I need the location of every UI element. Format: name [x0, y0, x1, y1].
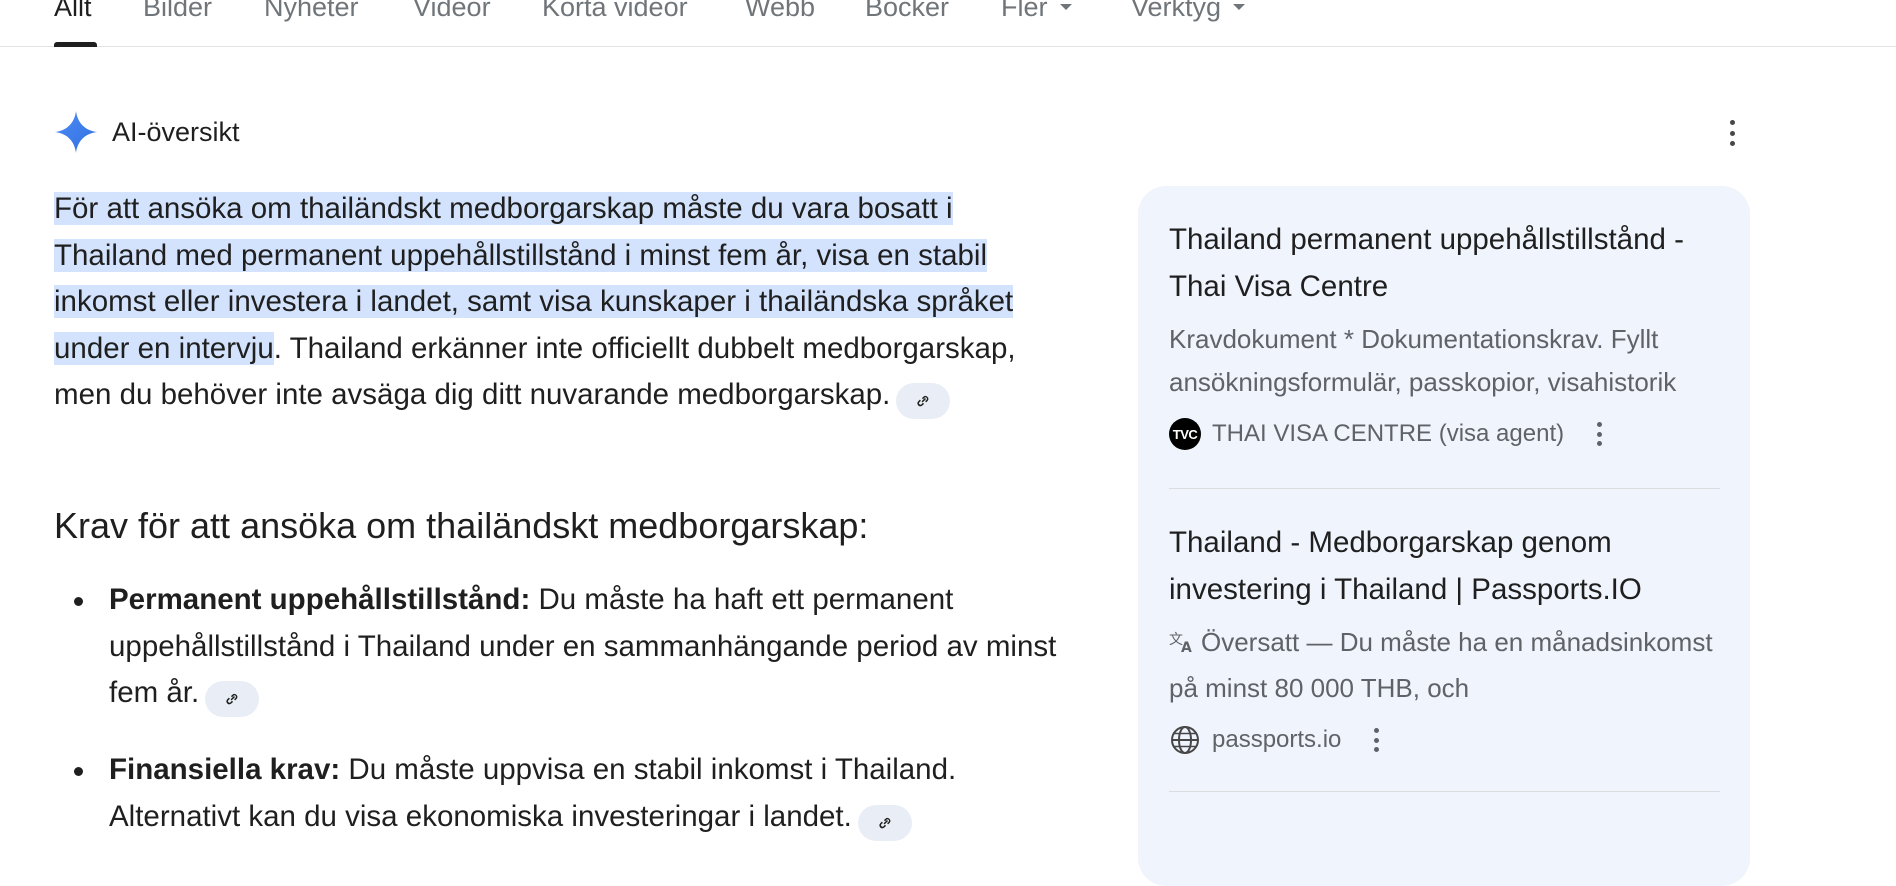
source-divider — [1169, 488, 1720, 489]
sparkle-icon — [54, 110, 98, 154]
source-snippet: 文 A Översatt — Du måste ha en månadsinkoms… — [1169, 621, 1720, 710]
source-title[interactable]: Thailand permanent uppehållstillstånd - … — [1169, 216, 1720, 310]
search-tabs: Allt Bilder Nyheter Videor Korta videor … — [0, 0, 1896, 47]
source-more-icon[interactable] — [1371, 728, 1381, 752]
globe-icon — [1169, 724, 1201, 756]
ai-overview-title: AI-översikt — [112, 116, 240, 147]
caret-down-icon — [1233, 4, 1246, 10]
source-card[interactable]: Thailand permanent uppehållstillstånd - … — [1169, 216, 1720, 452]
source-title[interactable]: Thailand - Medborgarskap genom investeri… — [1169, 519, 1720, 613]
requirement-label: Permanent uppehållstillstånd: — [109, 583, 531, 616]
ai-overview-more-icon[interactable] — [1726, 120, 1738, 146]
source-site-name: THAI VISA CENTRE (visa agent) — [1212, 420, 1565, 447]
source-snippet: Kravdokument * Dokumentationskrav. Fyllt… — [1169, 324, 1677, 397]
citation-link-button[interactable] — [857, 805, 912, 841]
source-site-name: passports.io — [1212, 726, 1342, 753]
tab-tools[interactable]: Verktyg — [1131, 0, 1246, 27]
source-meta: passports.io — [1169, 722, 1720, 758]
link-icon — [914, 378, 932, 425]
ai-overview-answer: För att ansöka om thailändskt medborgars… — [54, 186, 1064, 420]
tab-images[interactable]: Bilder — [143, 0, 212, 27]
active-tab-indicator — [54, 42, 97, 47]
site-favicon: TVC — [1169, 418, 1201, 450]
source-more-icon[interactable] — [1594, 422, 1604, 446]
list-item: Finansiella krav: Du måste uppvisa en st… — [54, 747, 1064, 841]
link-icon — [223, 676, 241, 723]
tab-short-videos[interactable]: Korta videor — [542, 0, 688, 27]
requirements-heading: Krav för att ansöka om thailändskt medbo… — [54, 505, 869, 546]
tab-web[interactable]: Webb — [745, 0, 815, 27]
tab-tools-label: Verktyg — [1131, 0, 1222, 22]
source-divider — [1169, 791, 1720, 792]
requirements-list: Permanent uppehållstillstånd: Du måste h… — [54, 577, 1064, 871]
list-item: Permanent uppehållstillstånd: Du måste h… — [54, 577, 1064, 718]
tab-videos[interactable]: Videor — [413, 0, 491, 27]
svg-text:A: A — [1181, 640, 1192, 654]
citation-link-button[interactable] — [205, 681, 260, 718]
citation-link-button[interactable] — [896, 383, 951, 420]
tab-books[interactable]: Böcker — [865, 0, 949, 27]
translate-icon: 文A — [1169, 624, 1195, 667]
source-card[interactable]: Thailand - Medborgarskap genom investeri… — [1169, 519, 1720, 758]
tab-more[interactable]: Fler — [1001, 0, 1072, 27]
tab-more-label: Fler — [1001, 0, 1048, 22]
sources-panel: Thailand permanent uppehållstillstånd - … — [1138, 186, 1750, 886]
ai-overview-header: AI-översikt — [54, 108, 240, 156]
requirement-label: Finansiella krav: — [109, 753, 341, 787]
link-icon — [876, 800, 894, 847]
caret-down-icon — [1059, 4, 1072, 10]
translated-label: Översatt — [1201, 627, 1300, 657]
tab-all[interactable]: Allt — [54, 0, 92, 27]
source-meta: TVC THAI VISA CENTRE (visa agent) — [1169, 416, 1720, 452]
tab-news[interactable]: Nyheter — [264, 0, 359, 27]
